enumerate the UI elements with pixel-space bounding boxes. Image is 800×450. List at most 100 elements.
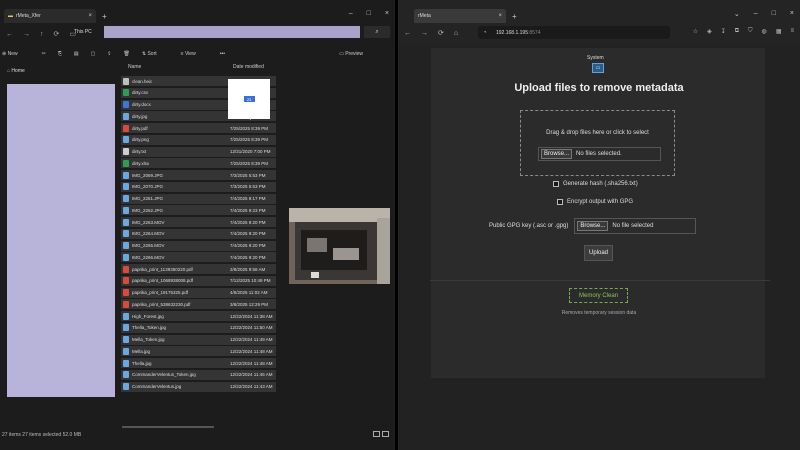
- file-row[interactable]: IMG_2266.MOV 7/4/2025 9:20 PM: [121, 252, 276, 263]
- file-row[interactable]: IMG_2265.MOV 7/4/2025 9:20 PM: [121, 240, 276, 251]
- file-date: 4/5/2025 11:02 AM: [230, 290, 268, 295]
- close-tab-icon[interactable]: ×: [498, 13, 502, 19]
- account-icon[interactable]: ◍: [762, 28, 767, 35]
- folder-icon: ▬: [8, 13, 13, 19]
- file-row[interactable]: Mella_Token.jpg 12/22/2024 11:49 AM: [121, 334, 276, 345]
- address-bar[interactable]: This PC: [74, 26, 360, 38]
- file-row[interactable]: IMG_2263.MOV 7/4/2025 9:20 PM: [121, 217, 276, 227]
- file-row[interactable]: IMG_2264.MOV 7/4/2025 9:20 PM: [121, 228, 276, 239]
- column-name-header[interactable]: Name: [128, 64, 141, 70]
- paste-icon[interactable]: ▤: [74, 51, 79, 57]
- tiles-view-icon[interactable]: [382, 431, 389, 437]
- file-row[interactable]: CommanderVelentus_Token.jpg 12/22/2024 11…: [121, 369, 276, 380]
- file-date: 12/22/2024 11:43 AM: [230, 384, 273, 389]
- file-row[interactable]: IMG_2262.JPG 7/4/2025 9:23 PM: [121, 205, 276, 216]
- forward-icon[interactable]: →: [421, 30, 428, 37]
- file-icon: [123, 124, 129, 132]
- maximize-icon[interactable]: □: [772, 10, 776, 18]
- url-bar[interactable]: ◔ 192.168.1.195:8574: [478, 26, 670, 39]
- up-icon[interactable]: ↑: [40, 31, 44, 38]
- file-row[interactable]: paprika_print_1068938008.pdf 7/12/2025 10…: [121, 275, 276, 286]
- file-row[interactable]: Thella.jpg 12/22/2024 11:48 AM: [121, 358, 276, 368]
- search-icon[interactable]: ⌕: [364, 26, 390, 38]
- forward-icon[interactable]: →: [23, 31, 30, 38]
- security-icon[interactable]: ◔: [483, 30, 487, 36]
- shield-icon[interactable]: ⛉: [748, 28, 753, 35]
- details-view-icon[interactable]: [373, 431, 380, 437]
- gpg-encrypt-option[interactable]: Encrypt output with GPG: [557, 199, 633, 205]
- back-icon[interactable]: ←: [6, 31, 13, 38]
- file-icon: [123, 77, 129, 85]
- file-row[interactable]: Thella_Token.jpg 12/22/2024 11:50 AM: [121, 322, 276, 333]
- generate-hash-checkbox[interactable]: [553, 181, 559, 187]
- copy-icon[interactable]: ⎘: [58, 51, 62, 57]
- addon-icon[interactable]: ▦: [776, 28, 782, 35]
- file-row[interactable]: dirty.pdf 7/25/2025 8:39 PM: [121, 123, 276, 133]
- column-date-header[interactable]: Date modified: [233, 64, 264, 70]
- explorer-tab[interactable]: ▬ rMeta_Xfer ×: [4, 9, 96, 23]
- file-row[interactable]: paprika_print_1139350220.pdf 2/8/2025 9:5…: [121, 264, 276, 274]
- extension-icon[interactable]: ⧉: [735, 28, 739, 35]
- share-icon[interactable]: ⇪: [107, 51, 111, 57]
- file-row[interactable]: High_Forest.jpg 12/22/2024 11:38 AM: [121, 311, 276, 321]
- file-row[interactable]: Mella.jpg 12/22/2024 11:48 AM: [121, 346, 276, 357]
- view-button[interactable]: ≡ View: [181, 51, 208, 57]
- browse-files-button[interactable]: Browse...: [541, 149, 573, 159]
- gpg-key-input[interactable]: Browse... No file selected: [574, 218, 697, 234]
- more-button[interactable]: •••: [220, 51, 225, 57]
- preview-button[interactable]: ▭ Preview: [339, 51, 375, 57]
- file-input[interactable]: Browse... No files selected.: [538, 147, 661, 161]
- file-row[interactable]: IMG_2069.JPG 7/3/2025 5:53 PM: [121, 170, 276, 180]
- file-name: IMG_2262.JPG: [132, 207, 164, 213]
- file-name: dirty.xlsx: [132, 160, 150, 166]
- file-name: dirty.png: [132, 137, 149, 143]
- file-row[interactable]: IMG_2261.JPG 7/4/2025 9:17 PM: [121, 193, 276, 204]
- upload-button[interactable]: Upload: [584, 245, 613, 261]
- horizontal-scrollbar[interactable]: [122, 426, 214, 428]
- menu-icon[interactable]: ≡: [790, 28, 794, 35]
- delete-icon[interactable]: 🗑: [124, 51, 130, 57]
- new-tab-icon[interactable]: +: [102, 12, 107, 21]
- bookmark-star-icon[interactable]: ☆: [693, 28, 698, 35]
- url-port: :8574: [527, 29, 541, 36]
- download-icon[interactable]: ↧: [721, 28, 726, 35]
- new-button[interactable]: ⊕ New: [2, 51, 30, 57]
- file-row[interactable]: dirty.xlsx 7/25/2025 8:39 PM: [121, 158, 276, 169]
- close-window-icon[interactable]: ×: [385, 10, 389, 17]
- rename-icon[interactable]: ▢: [91, 51, 96, 57]
- system-monitor-icon[interactable]: ▭: [592, 63, 604, 73]
- drop-zone[interactable]: Drag & drop files here or click to selec…: [520, 110, 675, 176]
- refresh-icon[interactable]: ⟳: [54, 30, 60, 38]
- gpg-encrypt-checkbox[interactable]: [557, 199, 563, 205]
- file-icon: [123, 148, 129, 155]
- sort-button[interactable]: ⇅ Sort: [142, 51, 169, 57]
- minimize-icon[interactable]: –: [349, 10, 353, 17]
- explorer-tab-title: rMeta_Xfer: [16, 13, 41, 19]
- back-icon[interactable]: ←: [404, 30, 411, 37]
- file-row[interactable]: paprika_print_19175325.pdf 4/5/2025 11:02…: [121, 287, 276, 298]
- pocket-icon[interactable]: ◈: [707, 28, 712, 35]
- file-name: dirty.csv: [132, 90, 149, 96]
- home-icon[interactable]: ⌂: [454, 30, 458, 37]
- tab-list-icon[interactable]: ⌄: [734, 10, 740, 18]
- breadcrumb[interactable]: This PC: [74, 29, 92, 35]
- maximize-icon[interactable]: □: [367, 10, 371, 17]
- generate-hash-option[interactable]: Generate hash (.sha256.txt): [553, 181, 638, 187]
- new-tab-icon[interactable]: +: [512, 12, 517, 21]
- nav-item-home[interactable]: ⌂ Home: [7, 68, 25, 74]
- reload-icon[interactable]: ⟳: [438, 29, 444, 37]
- file-row[interactable]: dirty.txt 12/31/2020 7:00 PM: [121, 146, 276, 157]
- close-window-icon[interactable]: ×: [790, 10, 794, 18]
- file-row[interactable]: paprika_print_538632230.pdf 3/8/2025 12:2…: [121, 299, 276, 310]
- close-tab-icon[interactable]: ×: [88, 13, 92, 19]
- file-row[interactable]: dirty.png 7/25/2025 8:39 PM: [121, 134, 276, 145]
- cut-icon[interactable]: ✂: [42, 51, 46, 57]
- browse-gpg-button[interactable]: Browse...: [577, 221, 609, 231]
- file-row[interactable]: CommanderVelentus.jpg 12/22/2024 11:43 AM: [121, 381, 276, 392]
- file-name: paprika_print_1139350220.pdf: [132, 266, 193, 272]
- browser-tab[interactable]: rMeta ×: [414, 9, 506, 23]
- file-row[interactable]: IMG_2070.JPG 7/3/2025 5:53 PM: [121, 181, 276, 192]
- minimize-icon[interactable]: –: [754, 10, 758, 18]
- memory-clean-button[interactable]: Memory Clean: [569, 288, 628, 303]
- gpg-key-label: Public GPG key (.asc or .gpg): [489, 223, 569, 229]
